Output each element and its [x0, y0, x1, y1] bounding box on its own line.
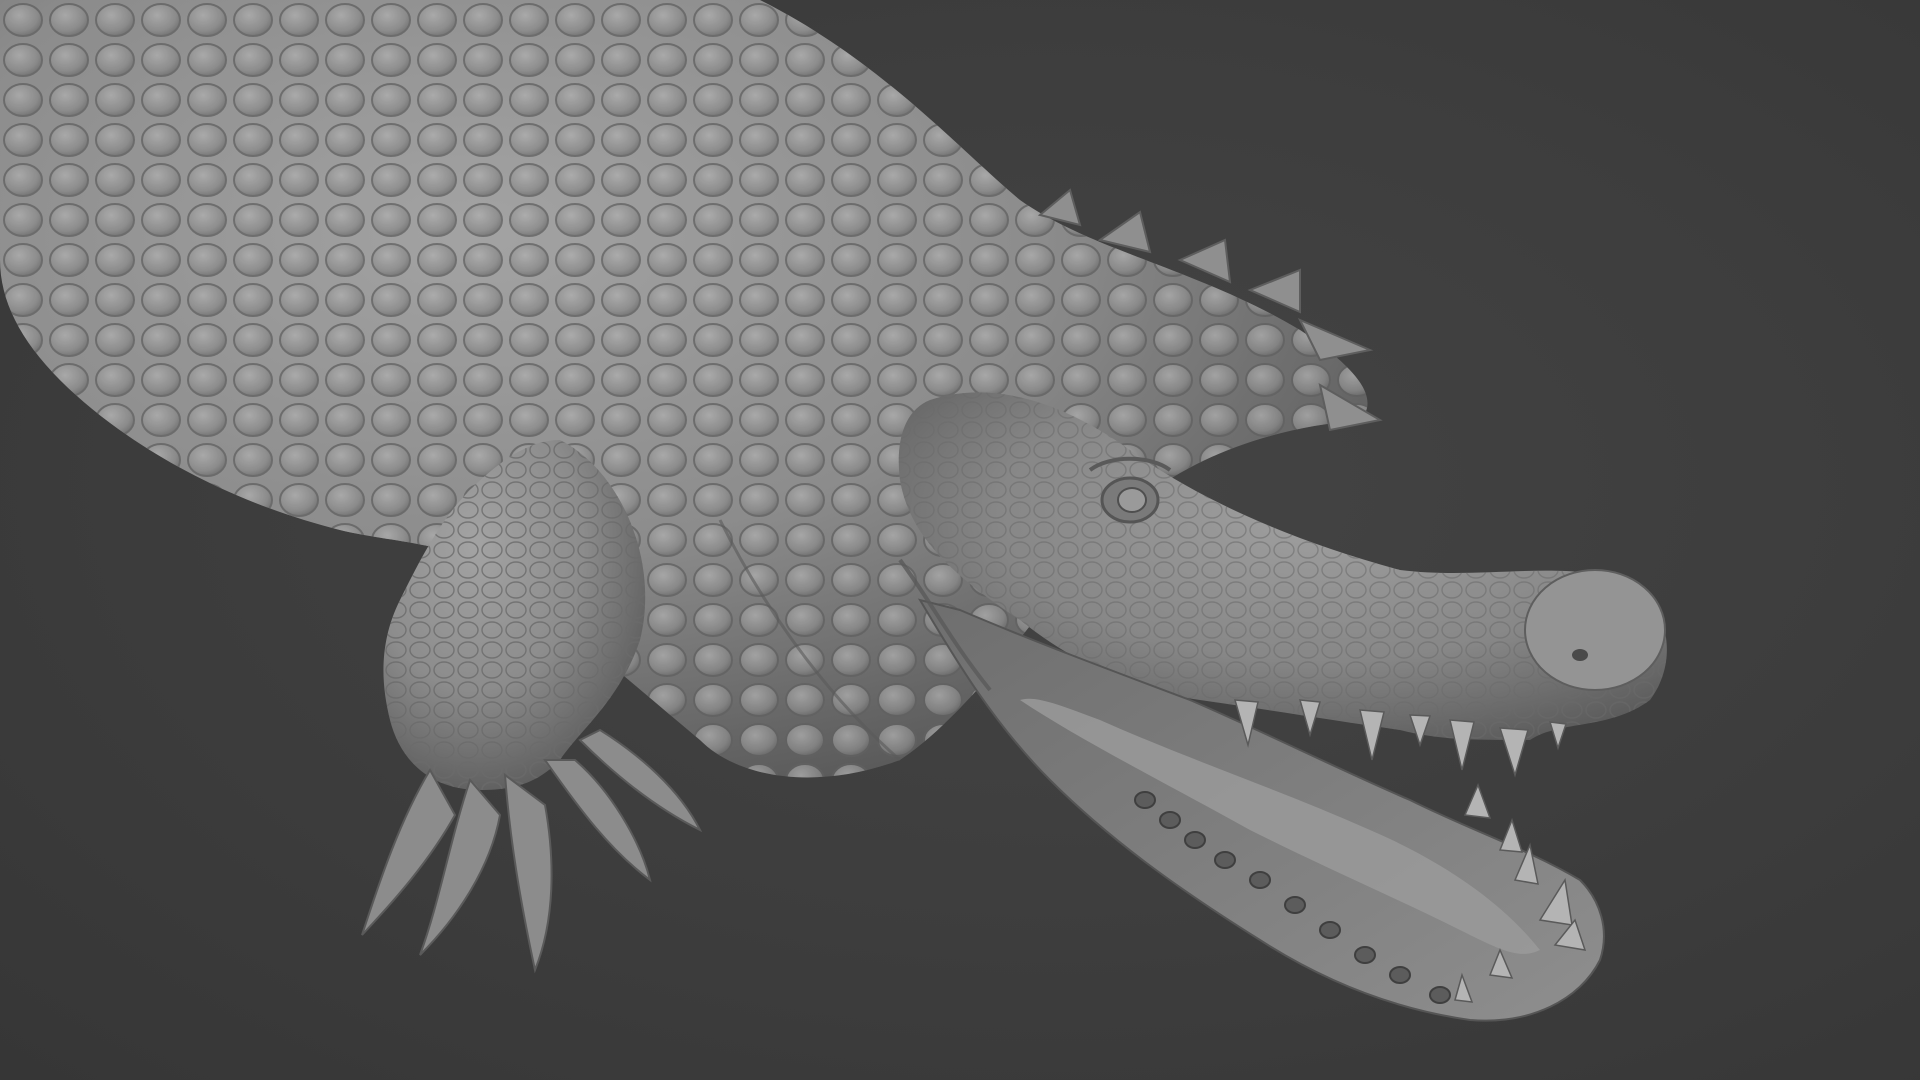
nostril — [1572, 649, 1588, 661]
crocodile-render — [0, 0, 1667, 1022]
sculpt-viewport[interactable] — [0, 0, 1920, 1080]
nostril-bulge — [1524, 569, 1666, 691]
